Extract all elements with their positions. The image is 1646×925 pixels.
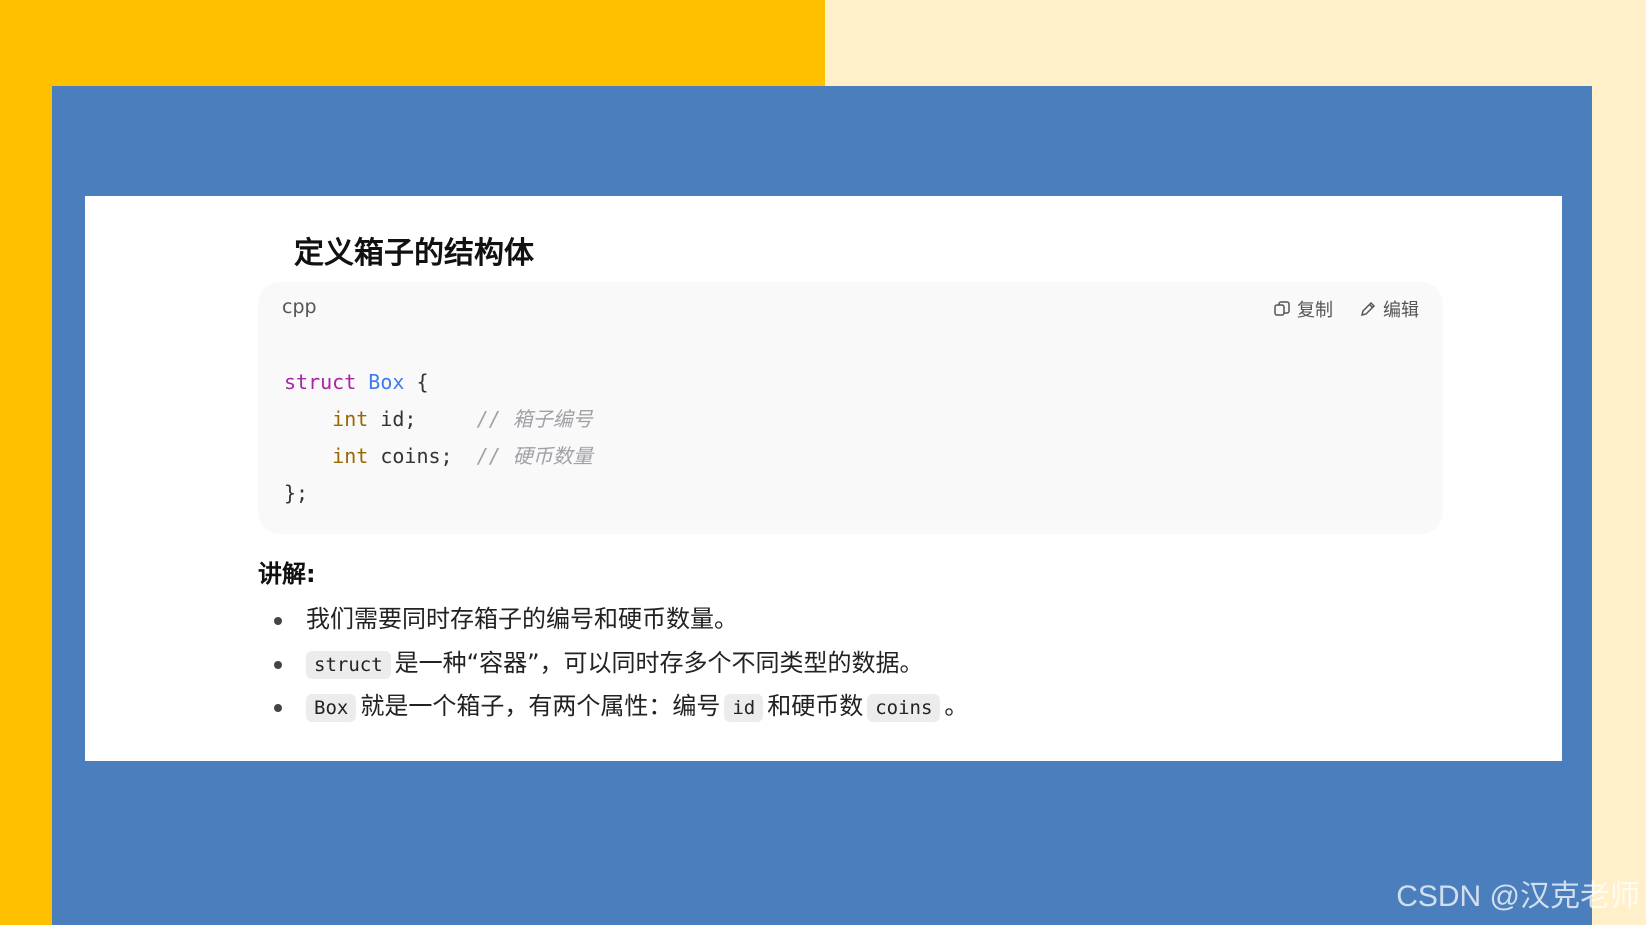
code-type-name: Box bbox=[368, 370, 405, 394]
copy-button[interactable]: 复制 bbox=[1273, 296, 1333, 322]
bullet-text: 是一种“容器”，可以同时存多个不同类型的数据。 bbox=[394, 648, 924, 677]
code-comment: // 硬币数量 bbox=[476, 444, 593, 468]
code-comment: // 箱子编号 bbox=[476, 407, 593, 431]
pencil-icon bbox=[1360, 301, 1376, 317]
code-actions: 复制 编辑 bbox=[1273, 296, 1419, 322]
copy-icon bbox=[1274, 301, 1290, 316]
section-heading: 定义箱子的结构体 bbox=[294, 236, 534, 271]
list-item: Box 就是一个箱子，有两个属性：编号 id 和硬币数 coins。 bbox=[258, 685, 1358, 729]
copy-label: 复制 bbox=[1297, 300, 1333, 321]
explain-title: 讲解: bbox=[258, 560, 316, 588]
code-line-1: struct Box { bbox=[284, 364, 593, 401]
edit-button[interactable]: 编辑 bbox=[1359, 296, 1419, 322]
code-block: cpp 复制 编辑 struct Box { int id; // 箱子编号 i… bbox=[258, 282, 1443, 534]
list-item: struct 是一种“容器”，可以同时存多个不同类型的数据。 bbox=[258, 642, 1358, 686]
watermark: CSDN @汉克老师 bbox=[1396, 880, 1640, 913]
code-line-4: }; bbox=[284, 481, 309, 505]
code-decl: coins; bbox=[368, 444, 477, 468]
code-keyword: struct bbox=[284, 370, 357, 394]
bullet-text: 。 bbox=[944, 692, 969, 720]
bullet-text: 和硬币数 bbox=[767, 692, 864, 720]
code-int-type: int bbox=[332, 407, 369, 431]
inline-code: coins bbox=[867, 694, 941, 722]
list-item: 我们需要同时存箱子的编号和硬币数量。 bbox=[258, 598, 1358, 642]
bullet-text: 就是一个箱子，有两个属性：编号 bbox=[360, 692, 721, 720]
inline-code: id bbox=[724, 694, 764, 722]
code-line-2: int id; // 箱子编号 bbox=[284, 401, 593, 438]
edit-label: 编辑 bbox=[1383, 300, 1419, 321]
inline-code: struct bbox=[306, 650, 391, 679]
code-line-3: int coins; // 硬币数量 bbox=[284, 438, 593, 475]
explain-list: 我们需要同时存箱子的编号和硬币数量。 struct 是一种“容器”，可以同时存多个… bbox=[258, 598, 1358, 729]
code-content: struct Box { int id; // 箱子编号 int coins; … bbox=[284, 364, 593, 512]
code-language-label: cpp bbox=[282, 296, 317, 318]
code-decl: id; bbox=[368, 407, 477, 431]
bullet-text: 我们需要同时存箱子的编号和硬币数量。 bbox=[306, 605, 738, 633]
code-int-type: int bbox=[332, 444, 369, 468]
inline-code: Box bbox=[306, 694, 357, 722]
code-brace: { bbox=[404, 370, 429, 394]
